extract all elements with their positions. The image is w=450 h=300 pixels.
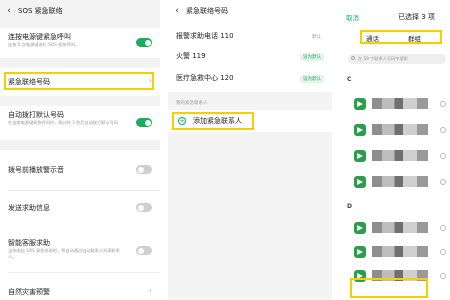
avatar	[354, 98, 366, 110]
number-row[interactable]: 火警 119 设为默认	[168, 48, 332, 68]
divider	[8, 190, 160, 191]
sos-settings-panel: ‹ SOS 紧急联络 连按电源键紧急呼叫 连按 5 次电源键进行 SOS 紧急呼…	[0, 0, 160, 300]
tab-bar: 通话 群组	[360, 30, 442, 44]
select-checkbox[interactable]	[440, 101, 446, 107]
select-checkbox[interactable]	[440, 153, 446, 159]
warning-tone-toggle[interactable]	[136, 165, 152, 174]
send-help-toggle[interactable]	[136, 203, 152, 212]
select-checkbox[interactable]	[440, 127, 446, 133]
tab-groups[interactable]: 群组	[408, 33, 421, 43]
cancel-button[interactable]: 取消	[346, 12, 359, 22]
section-label: 我的紧急联系人	[176, 101, 208, 106]
search-icon	[351, 56, 355, 60]
select-checkbox[interactable]	[440, 179, 446, 185]
avatar	[354, 246, 366, 258]
item-label: 连按电源键紧急呼叫	[8, 33, 71, 41]
numbers-list: 报警求助电话 110 默认 火警 119 设为默认 医疗急救中心 120 设为默…	[168, 22, 332, 92]
blurred-contact	[372, 124, 428, 135]
number-label: 火警 119	[176, 52, 206, 60]
highlight-box	[4, 72, 154, 90]
number-label: 报警求助电话 110	[176, 32, 234, 40]
item-label: 发送求助信息	[8, 204, 50, 212]
header: ‹ SOS 紧急联络	[0, 0, 160, 22]
select-checkbox[interactable]	[440, 225, 446, 231]
section-options: 拨号前播放警示音 发送求助信息	[0, 150, 160, 238]
select-checkbox[interactable]	[440, 249, 446, 255]
blurred-contact	[372, 98, 428, 109]
section-more: 智能客服求助 当你发起 SOS 紧急求助时，将自动通过自动联系人列表联系人。 自…	[0, 232, 160, 300]
auto-dial-toggle[interactable]	[136, 118, 152, 127]
highlight-box	[172, 112, 254, 130]
item-desc: 当你发起 SOS 紧急求助时，将自动通过自动联系人列表联系人。	[8, 248, 120, 259]
contact-picker-panel: 取消 已选择 3 项 通话 群组 在 59 个联系人号码中搜索 C D	[340, 0, 450, 300]
divider	[8, 272, 160, 273]
select-checkbox[interactable]	[440, 273, 446, 279]
number-row[interactable]: 医疗急救中心 120 设为默认	[168, 70, 332, 90]
press-power-toggle[interactable]	[136, 38, 152, 47]
header: ‹ 紧急联络号码	[168, 0, 332, 22]
item-label: 自动拨打默认号码	[8, 111, 64, 119]
page-title: 紧急联络号码	[186, 7, 228, 15]
number-label: 医疗急救中心 120	[176, 74, 234, 82]
highlight-box	[350, 278, 428, 298]
blurred-contact	[372, 150, 428, 161]
avatar	[354, 124, 366, 136]
blurred-contact	[372, 246, 428, 257]
section-auto-dial: 自动拨打默认号码 在连按电源键紧急呼叫时，倒计时 3 秒后自动拨打默认号码	[0, 106, 160, 140]
blurred-contact	[372, 176, 428, 187]
avatar	[354, 150, 366, 162]
emergency-numbers-panel: ‹ 紧急联络号码 报警求助电话 110 默认 火警 119 设为默认 医疗急救中…	[168, 0, 332, 300]
smart-service-toggle[interactable]	[136, 246, 152, 255]
search-input[interactable]: 在 59 个联系人号码中搜索	[348, 54, 446, 64]
page-title: SOS 紧急联络	[18, 7, 63, 15]
default-badge: 默认	[312, 35, 321, 40]
avatar	[354, 222, 366, 234]
set-default-button[interactable]: 设为默认	[300, 53, 324, 61]
tab-calls[interactable]: 通话	[366, 33, 379, 43]
screenshot-collage: ‹ SOS 紧急联络 连按电源键紧急呼叫 连按 5 次电源键进行 SOS 紧急呼…	[0, 0, 450, 300]
item-label: 自然灾害预警	[8, 288, 50, 296]
gap	[332, 0, 340, 300]
selected-count: 已选择 3 项	[398, 13, 435, 21]
avatar	[354, 176, 366, 188]
number-row[interactable]: 报警求助电话 110 默认	[168, 26, 332, 46]
item-desc: 连按 5 次电源键进行 SOS 紧急呼叫。	[8, 42, 80, 47]
section-press-power: 连按电源键紧急呼叫 连按 5 次电源键进行 SOS 紧急呼叫。	[0, 28, 160, 58]
back-arrow-icon[interactable]: ‹	[0, 6, 18, 16]
item-label: 智能客服求助	[8, 239, 50, 247]
item-desc: 在连按电源键紧急呼叫时，倒计时 3 秒后自动拨打默认号码	[8, 120, 119, 125]
index-letter: D	[347, 203, 352, 210]
item-label: 拨号前播放警示音	[8, 166, 64, 174]
back-arrow-icon[interactable]: ‹	[168, 6, 186, 16]
chevron-right-icon: ›	[148, 286, 152, 295]
gap	[160, 0, 168, 300]
blurred-contact	[372, 222, 428, 233]
index-letter: C	[347, 76, 352, 83]
set-default-button[interactable]: 设为默认	[300, 75, 324, 83]
